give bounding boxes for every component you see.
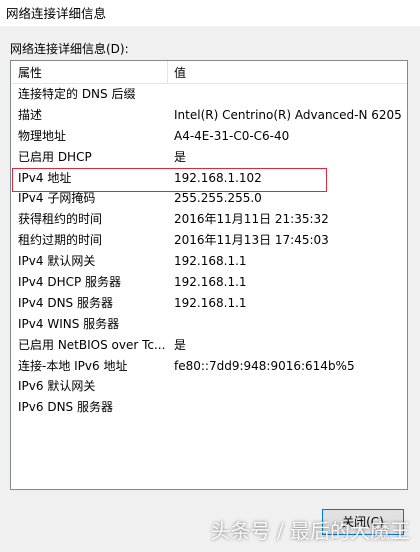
- row-property: IPv4 默认网关: [18, 254, 96, 269]
- list-row[interactable]: IPv4 子网掩码 255.255.255.0: [11, 188, 407, 209]
- row-property: IPv6 默认网关: [18, 379, 96, 394]
- list-rows: 连接特定的 DNS 后缀 描述 Intel(R) Centrino(R) Adva…: [11, 84, 407, 418]
- row-property: IPv6 DNS 服务器: [18, 400, 113, 415]
- list-row[interactable]: 连接-本地 IPv6 地址 fe80::7dd9:948:9016:614b%5: [11, 356, 407, 377]
- title-bar: 网络连接详细信息: [0, 0, 420, 26]
- list-row[interactable]: IPv4 WINS 服务器: [11, 314, 407, 335]
- details-label: 网络连接详细信息(D):: [10, 42, 129, 56]
- row-value: 2016年11月13日 17:45:03: [174, 233, 329, 248]
- details-list[interactable]: 属性 值 连接特定的 DNS 后缀 描述 Intel(R) Centrino(R)…: [10, 60, 408, 490]
- row-property: 已启用 NetBIOS over Tc...: [18, 337, 166, 352]
- row-property: 已启用 DHCP: [18, 149, 92, 164]
- row-property: 描述: [18, 107, 43, 122]
- row-value: 是: [174, 149, 187, 164]
- row-property: IPv4 地址: [18, 170, 72, 185]
- column-header-property[interactable]: 属性: [18, 64, 42, 81]
- row-value: 是: [174, 337, 187, 352]
- list-row[interactable]: 物理地址 A4-4E-31-C0-C6-40: [11, 126, 407, 147]
- row-property: 连接-本地 IPv6 地址: [18, 358, 128, 373]
- list-row[interactable]: 连接特定的 DNS 后缀: [11, 84, 407, 105]
- row-property: 获得租约的时间: [18, 212, 103, 227]
- watermark: 头条号 / 最后的大魔王: [210, 519, 410, 543]
- row-value: 192.168.1.1: [174, 275, 247, 290]
- row-value: 192.168.1.1: [174, 295, 247, 310]
- column-divider[interactable]: [167, 61, 168, 83]
- list-row[interactable]: IPv4 DNS 服务器 192.168.1.1: [11, 293, 407, 314]
- list-row[interactable]: 已启用 DHCP 是: [11, 147, 407, 168]
- row-value: 255.255.255.0: [174, 191, 262, 206]
- window-title: 网络连接详细信息: [6, 6, 107, 21]
- row-value: fe80::7dd9:948:9016:614b%5: [174, 358, 355, 373]
- row-property: IPv4 子网掩码: [18, 191, 96, 206]
- list-row[interactable]: IPv6 默认网关: [11, 376, 407, 397]
- list-row[interactable]: IPv6 DNS 服务器: [11, 397, 407, 418]
- list-row[interactable]: IPv4 默认网关 192.168.1.1: [11, 251, 407, 272]
- column-header-value[interactable]: 值: [174, 64, 186, 81]
- row-property: IPv4 WINS 服务器: [18, 316, 120, 331]
- list-row[interactable]: IPv4 地址 192.168.1.102: [11, 168, 407, 189]
- list-row[interactable]: 描述 Intel(R) Centrino(R) Advanced-N 6205: [11, 105, 407, 126]
- list-header: 属性 值: [11, 61, 407, 84]
- list-row[interactable]: 获得租约的时间 2016年11月11日 21:35:32: [11, 209, 407, 230]
- row-property: 租约过期的时间: [18, 233, 103, 248]
- row-property: 连接特定的 DNS 后缀: [18, 87, 136, 101]
- list-row[interactable]: 已启用 NetBIOS over Tc... 是: [11, 335, 407, 356]
- list-row[interactable]: 租约过期的时间 2016年11月13日 17:45:03: [11, 230, 407, 251]
- row-property: 物理地址: [18, 128, 67, 143]
- list-row[interactable]: IPv4 DHCP 服务器 192.168.1.1: [11, 272, 407, 293]
- row-value: A4-4E-31-C0-C6-40: [174, 128, 290, 143]
- row-value: 2016年11月11日 21:35:32: [174, 212, 329, 227]
- row-value: 192.168.1.1: [174, 254, 247, 269]
- row-property: IPv4 DNS 服务器: [18, 295, 113, 310]
- row-value: Intel(R) Centrino(R) Advanced-N 6205: [174, 107, 402, 122]
- row-property: IPv4 DHCP 服务器: [18, 275, 122, 290]
- row-value: 192.168.1.102: [174, 170, 262, 185]
